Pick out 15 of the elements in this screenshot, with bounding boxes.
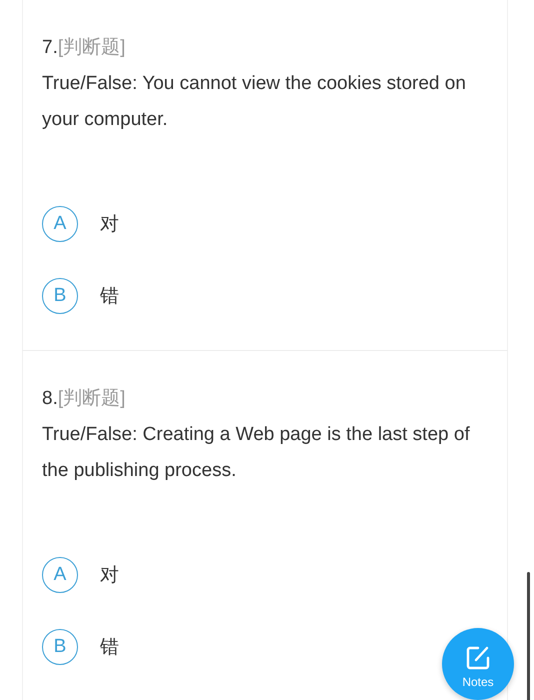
option-label: 错 — [100, 285, 119, 309]
question-number: 7. — [42, 37, 58, 58]
question-number: 8. — [42, 388, 58, 409]
question-type: [判断题] — [58, 37, 126, 58]
option-label: 错 — [100, 636, 119, 660]
option-label: 对 — [100, 564, 119, 588]
question-text: True/False: You cannot view the cookies stored on your computer. — [42, 72, 467, 132]
question-text: True/False: Creating a Web page is the last step of the publishing process. — [42, 423, 471, 483]
option-letter-button[interactable]: B — [42, 629, 78, 665]
question-type: [判断题] — [58, 388, 126, 409]
option-label: 对 — [100, 213, 119, 237]
option-letter-button[interactable]: A — [42, 206, 78, 242]
option-letter-button[interactable]: A — [42, 557, 78, 593]
option-letter-button[interactable]: B — [42, 278, 78, 314]
edit-icon — [465, 645, 491, 671]
